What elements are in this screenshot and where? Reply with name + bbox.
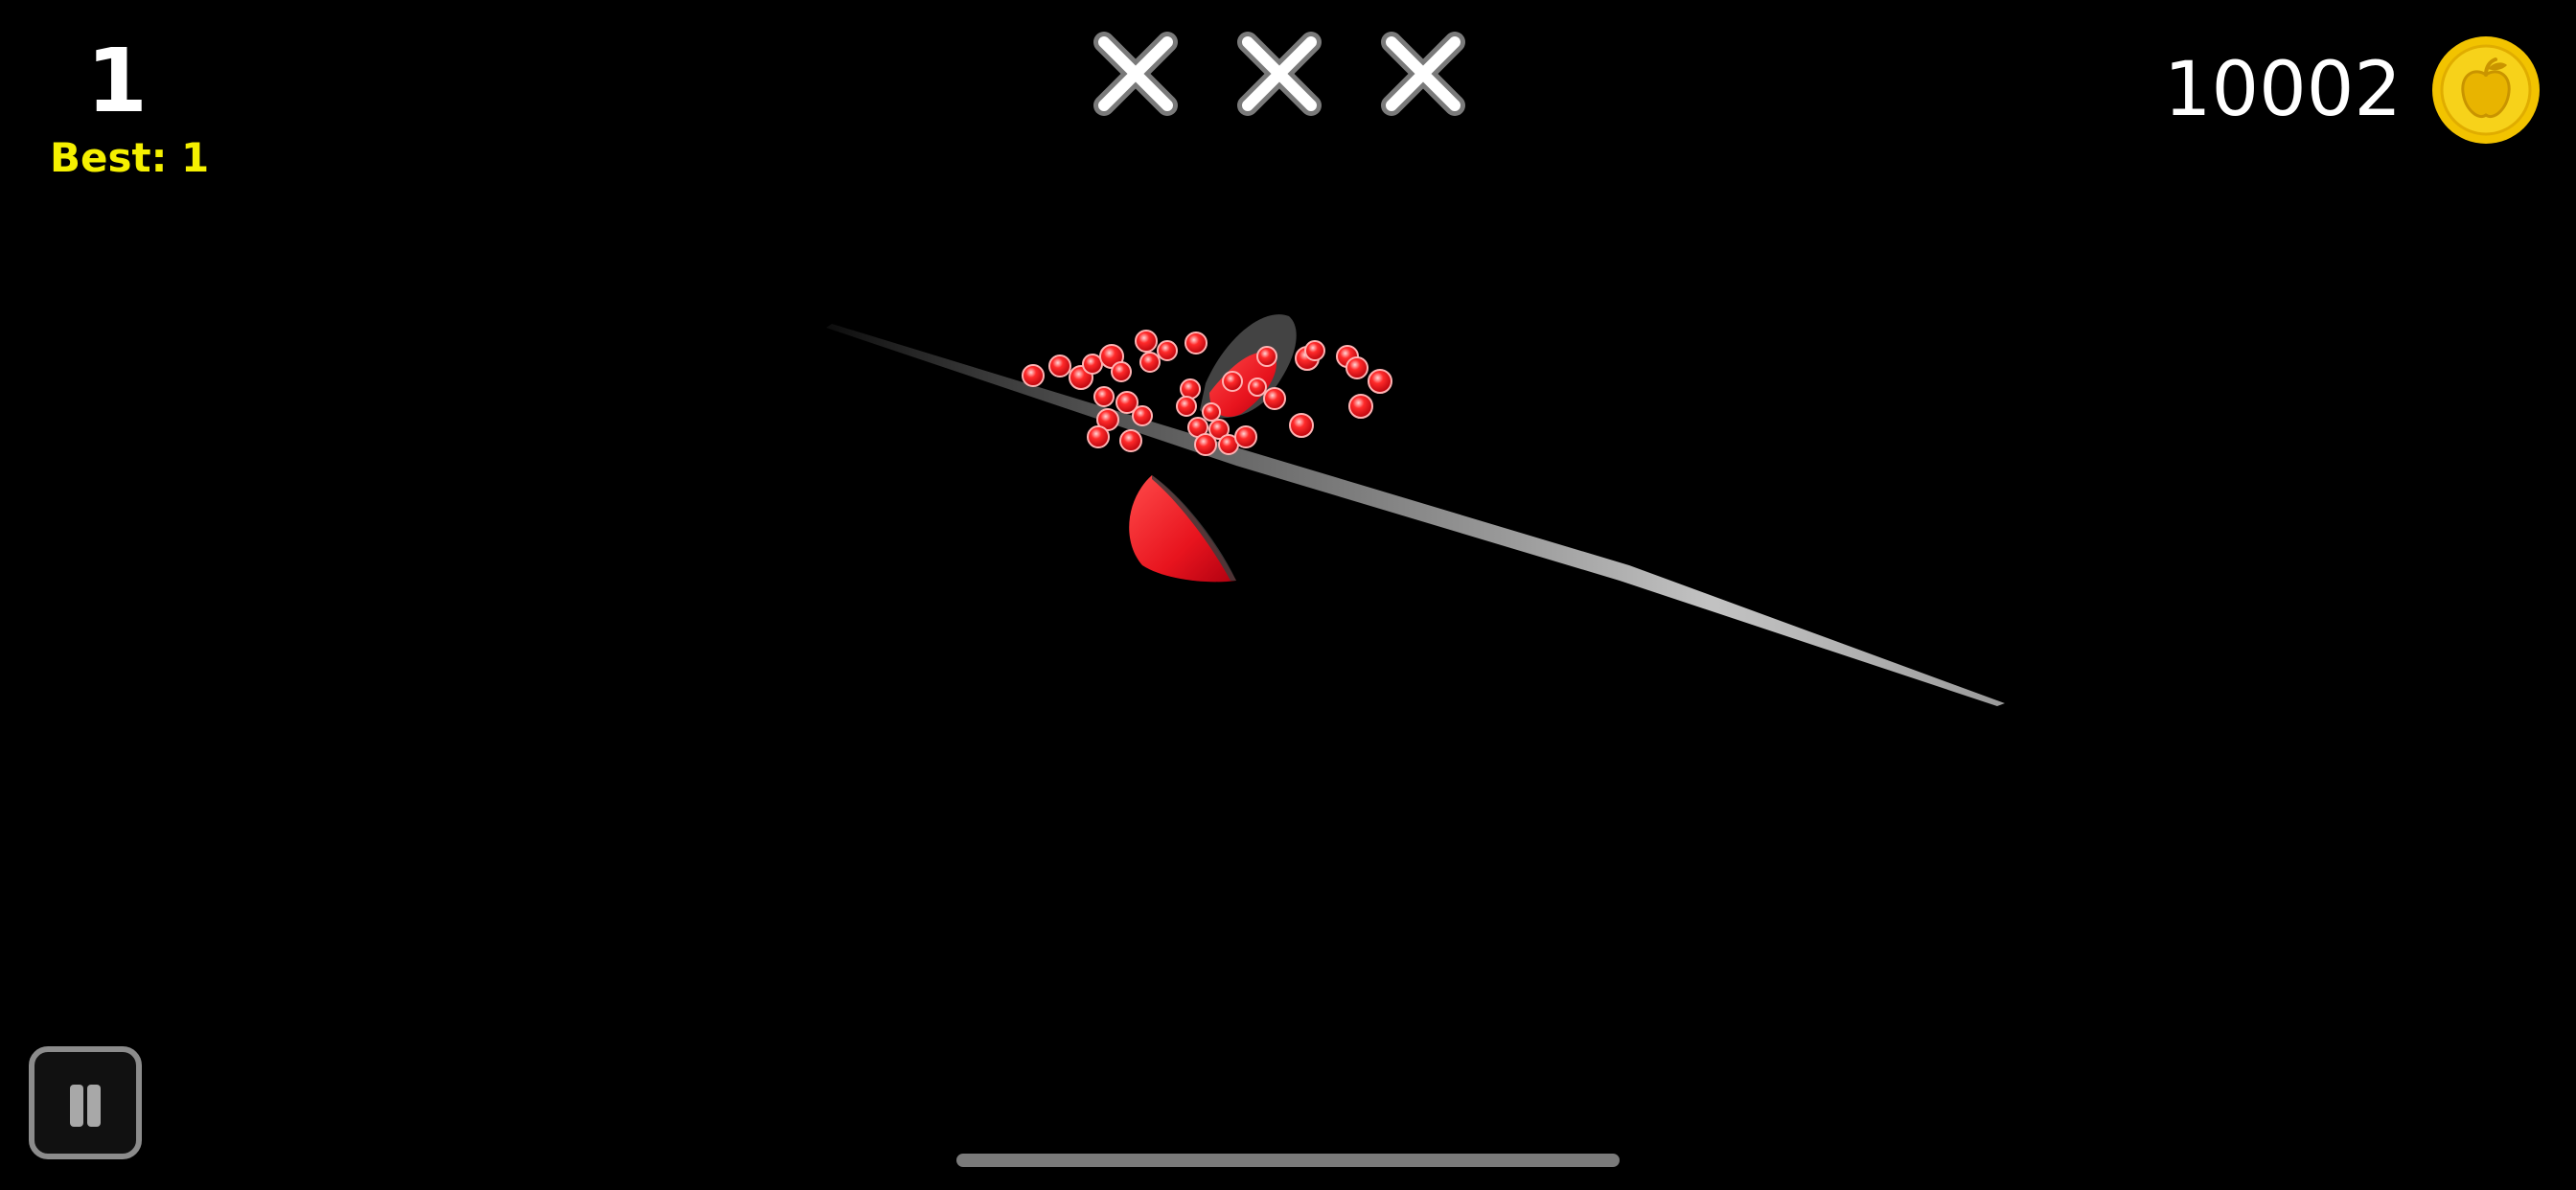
pause-button[interactable] — [29, 1046, 142, 1159]
strike-x-icon — [1381, 32, 1465, 116]
game-screen[interactable]: 1 Best: 1 10002 — [0, 0, 2576, 1190]
best-score: Best: 1 — [50, 134, 210, 181]
strike-counter — [1091, 29, 1468, 119]
coin-display: 10002 — [2164, 34, 2542, 146]
sliced-fruit-bottom-half — [1129, 475, 1236, 583]
strike-x-icon — [1093, 32, 1178, 116]
blade-trail — [826, 324, 2005, 706]
strike-x-icon — [1237, 32, 1322, 116]
coin-count: 10002 — [2163, 47, 2402, 133]
current-score: 1 — [85, 30, 148, 132]
home-indicator[interactable] — [956, 1154, 1620, 1167]
gold-apple-coin-icon — [2432, 36, 2540, 144]
play-area[interactable] — [0, 0, 2576, 1190]
